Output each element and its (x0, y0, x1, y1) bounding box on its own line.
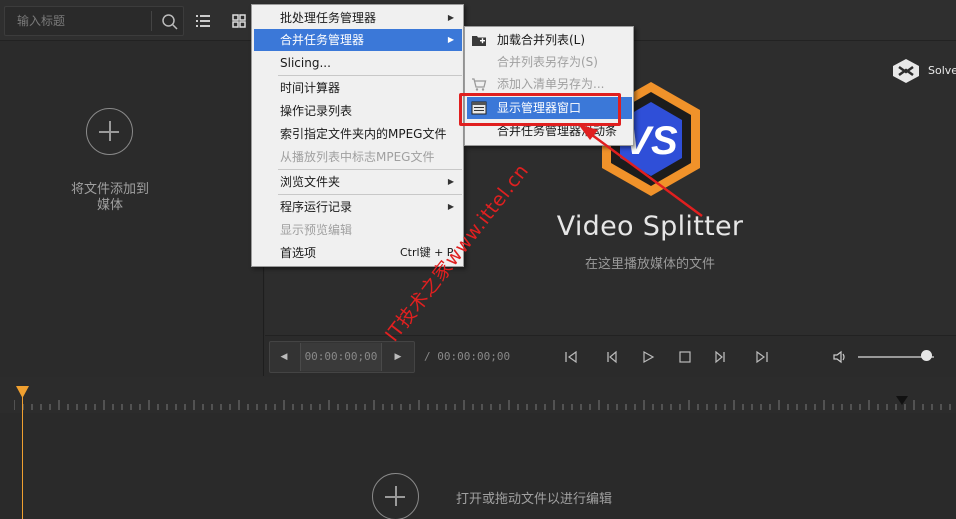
submenu-item-label: 加载合并列表(L) (497, 33, 586, 47)
menu-item-index-mpeg-folder[interactable]: 索引指定文件夹内的MPEG文件 (254, 123, 462, 145)
menu-item-label: 批处理任务管理器 (280, 11, 377, 25)
skip-to-start-icon[interactable] (563, 349, 579, 365)
menu-separator (278, 75, 462, 76)
total-time-label: / 00:00:00;00 (424, 350, 511, 363)
menu-item-slicing[interactable]: Slicing... (254, 52, 462, 74)
playhead-line (22, 397, 23, 519)
add-to-timeline-button[interactable] (372, 473, 419, 519)
folder-add-icon (472, 36, 486, 46)
search-icon[interactable] (161, 13, 179, 31)
timecode-prev-button[interactable]: ◀ (271, 343, 297, 371)
submenu-item-add-to-list-save-as: 添加入清单另存为... (467, 73, 632, 95)
timeline-hint: 打开或拖动文件以进行编辑 (456, 492, 613, 507)
add-media-hint: 将文件添加到 媒体 (40, 182, 180, 214)
submenu-arrow-icon: ▶ (447, 13, 454, 22)
add-media-button[interactable] (86, 108, 133, 155)
tools-context-menu: 批处理任务管理器 ▶ 合并任务管理器 ▶ Slicing... 时间计算器 操作… (251, 4, 464, 267)
menu-item-label: 合并任务管理器 (280, 33, 365, 47)
end-marker-icon[interactable] (896, 396, 908, 405)
menu-item-mark-mpeg-playlist: 从播放列表中标志MPEG文件 (254, 146, 462, 168)
menu-item-label: 程序运行记录 (280, 200, 353, 214)
menu-item-browse-folder[interactable]: 浏览文件夹 ▶ (254, 171, 462, 193)
brand-label: Solve (928, 64, 956, 77)
submenu-item-load-merge-list[interactable]: 加载合并列表(L) (467, 29, 632, 51)
current-time-field[interactable]: 00:00:00;00 (300, 343, 382, 371)
menu-item-label: Slicing... (280, 56, 331, 70)
menu-item-label: 浏览文件夹 (280, 175, 341, 189)
stop-icon[interactable] (677, 349, 693, 365)
submenu-item-label: 合并列表另存为(S) (497, 55, 598, 69)
menu-item-label: 时间计算器 (280, 81, 341, 95)
search-input[interactable] (9, 10, 149, 32)
solve-logo-icon (893, 59, 919, 83)
menu-item-label: 从播放列表中标志MPEG文件 (280, 150, 435, 164)
grid-view-icon[interactable] (228, 10, 250, 32)
annotation-highlight-box (459, 93, 621, 126)
next-frame-icon[interactable] (712, 349, 728, 365)
skip-to-end-icon[interactable] (754, 349, 770, 365)
submenu-arrow-icon: ▶ (447, 35, 454, 44)
preview-subtitle: 在这里播放媒体的文件 (584, 257, 715, 272)
submenu-arrow-icon: ▶ (447, 177, 454, 186)
submenu-item-save-merge-list-as: 合并列表另存为(S) (467, 51, 632, 73)
menu-item-preview-edit: 显示预览编辑 (254, 219, 462, 241)
timecode-next-button[interactable]: ▶ (385, 343, 411, 371)
play-icon[interactable] (640, 349, 656, 365)
menu-separator (278, 194, 462, 195)
search-box (4, 6, 184, 36)
list-view-icon[interactable] (192, 10, 214, 32)
submenu-arrow-icon: ▶ (447, 202, 454, 211)
submenu-item-label: 添加入清单另存为... (497, 77, 605, 91)
volume-icon[interactable] (832, 349, 848, 365)
app-title: Video Splitter (556, 211, 744, 242)
search-divider (151, 11, 152, 31)
previous-frame-icon[interactable] (604, 349, 620, 365)
menu-item-merge-task-manager[interactable]: 合并任务管理器 ▶ (254, 29, 462, 51)
cart-icon (472, 78, 487, 91)
menu-item-label: 索引指定文件夹内的MPEG文件 (280, 127, 447, 141)
menu-item-label: 首选项 (280, 246, 317, 260)
ruler-ticks (14, 400, 951, 410)
menu-item-operation-log[interactable]: 操作记录列表 (254, 100, 462, 122)
add-media-hint-line2: 媒体 (96, 198, 123, 213)
menu-item-time-calculator[interactable]: 时间计算器 (254, 77, 462, 99)
merge-task-submenu: 加载合并列表(L) 合并列表另存为(S) 添加入清单另存为... 显示管理器窗口… (464, 26, 634, 146)
menu-item-program-log[interactable]: 程序运行记录 ▶ (254, 196, 462, 218)
menu-item-label: 操作记录列表 (280, 104, 353, 118)
menu-item-batch-task-manager[interactable]: 批处理任务管理器 ▶ (254, 7, 462, 29)
menu-item-label: 显示预览编辑 (280, 223, 353, 237)
menu-separator (278, 169, 462, 170)
add-media-hint-line1: 将文件添加到 (70, 182, 149, 197)
